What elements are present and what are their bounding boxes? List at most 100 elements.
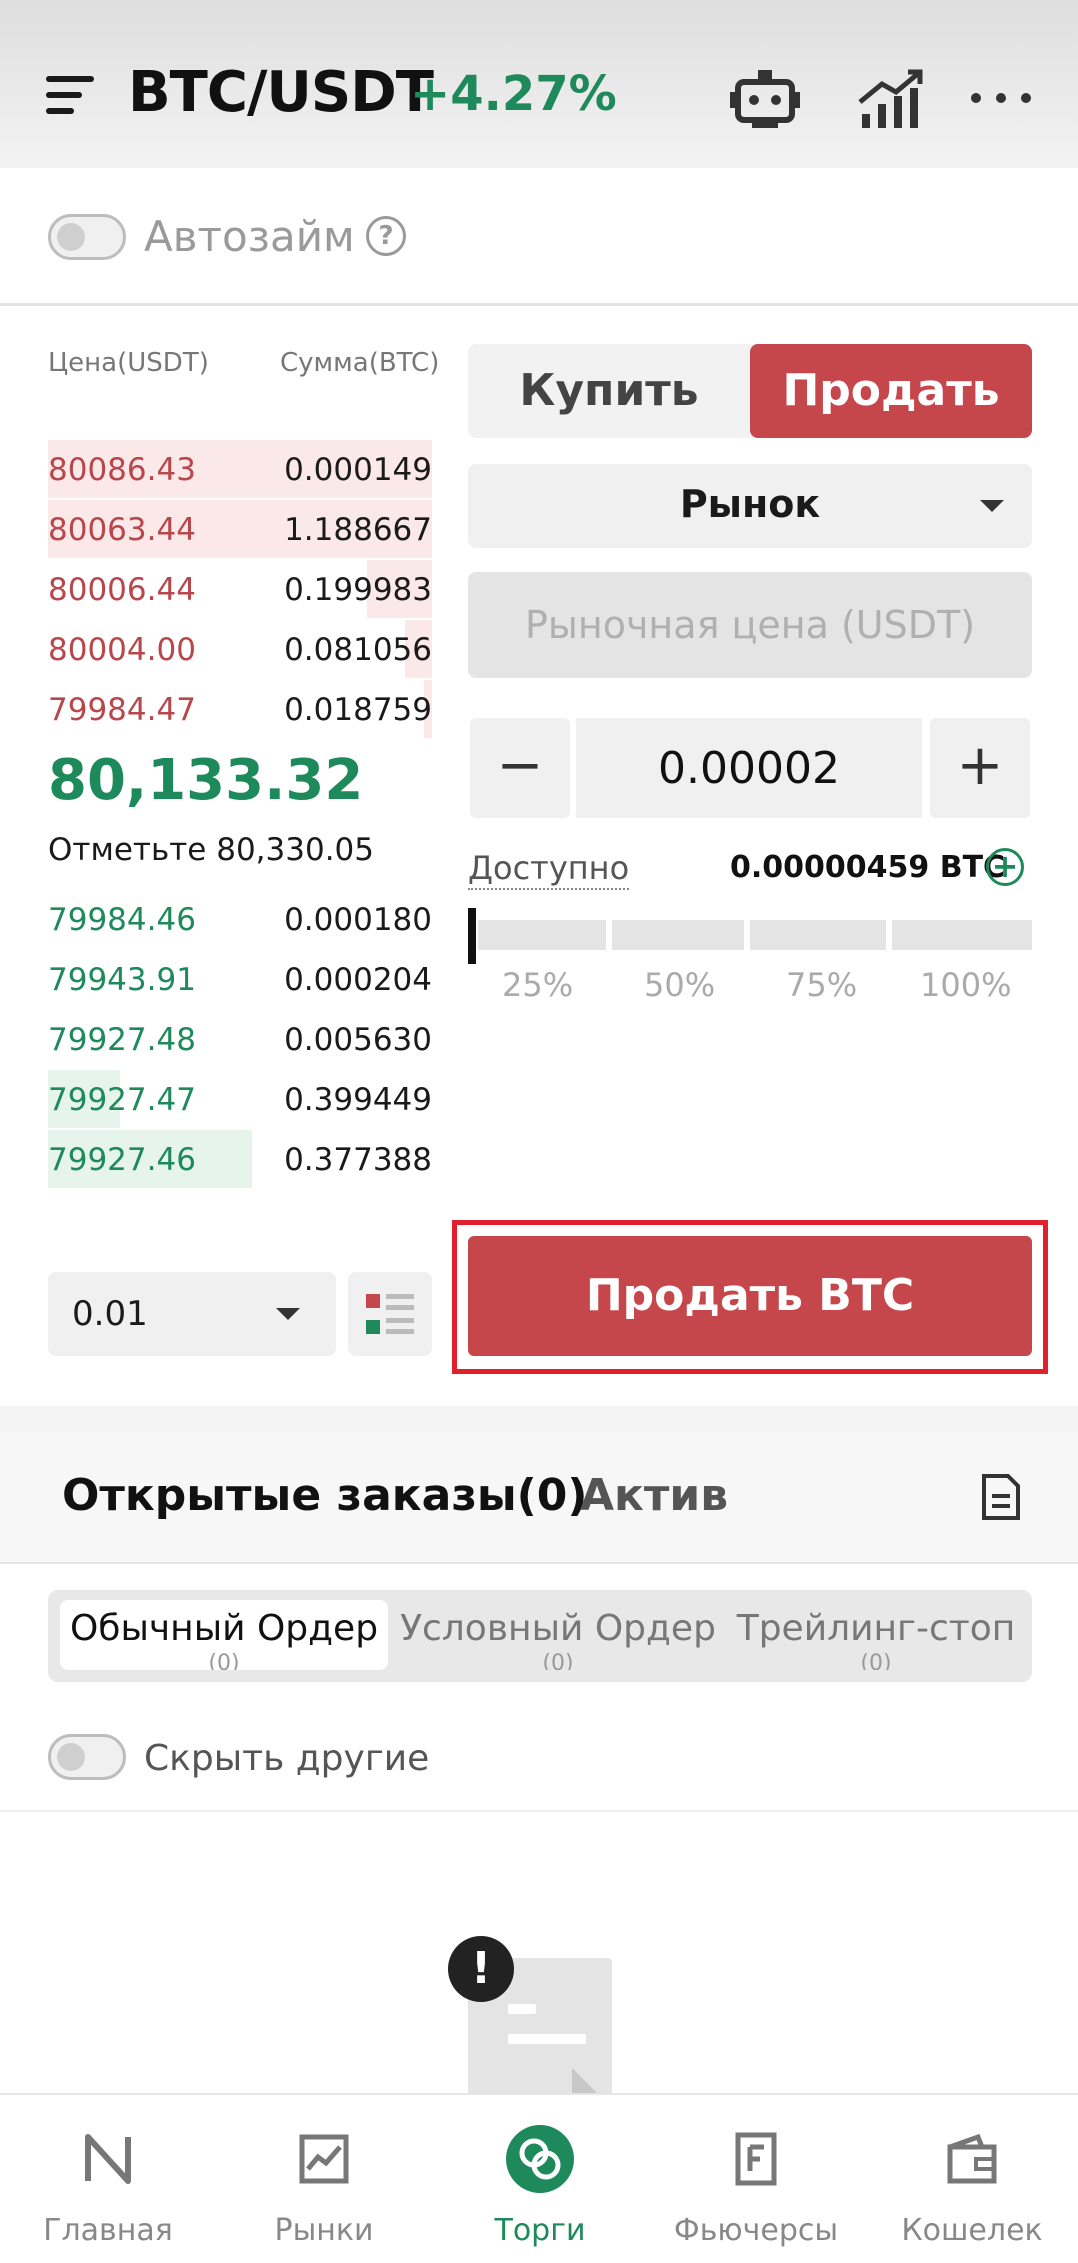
ask-price: 80063.44 [48, 512, 196, 548]
order-history-icon[interactable] [980, 1472, 1022, 1522]
bid-amount: 0.000180 [284, 902, 432, 938]
order-type-value: Рынок [679, 482, 821, 526]
nav-trade[interactable]: Торги [432, 2095, 648, 2263]
segment-regular-order[interactable]: Обычный Ордер (0) [60, 1600, 388, 1670]
percent-25[interactable]: 25% [502, 966, 573, 1004]
ask-price: 80006.44 [48, 572, 196, 608]
top-bar: BTC/USDT +4.27% [0, 0, 1078, 168]
available-label[interactable]: Доступно [468, 848, 630, 890]
divider [0, 1810, 1078, 1812]
ask-row[interactable]: 80086.43 0.000149 [48, 440, 432, 498]
ask-price: 80004.00 [48, 632, 196, 668]
nav-label: Главная [43, 2213, 173, 2248]
autoloan-label: Автозайм [144, 212, 355, 261]
nav-label: Фьючерсы [673, 2213, 839, 2248]
price-step-select[interactable]: 0.01 [48, 1272, 336, 1356]
bid-price: 79984.46 [48, 902, 196, 938]
orderbook-view-button[interactable] [348, 1272, 432, 1356]
nav-home[interactable]: Главная [0, 2095, 216, 2263]
wallet-icon [947, 2133, 997, 2184]
tab-open-orders[interactable]: Открытые заказы(0) [62, 1470, 588, 1521]
segment-label: Обычный Ордер [69, 1608, 379, 1649]
trade-icon [506, 2125, 574, 2193]
segment-trailing-stop[interactable]: Трейлинг-стоп (0) [728, 1600, 1024, 1670]
segment-conditional-order[interactable]: Условный Ордер (0) [398, 1600, 718, 1670]
ask-row[interactable]: 80006.44 0.199983 [48, 560, 432, 618]
bid-price: 79927.47 [48, 1082, 196, 1118]
order-type-segmented-control: Обычный Ордер (0) Условный Ордер (0) Тре… [48, 1590, 1032, 1682]
markets-icon [299, 2134, 349, 2184]
bid-price: 79927.46 [48, 1142, 196, 1178]
decrease-quantity-button[interactable]: − [470, 718, 570, 818]
tab-buy[interactable]: Купить [468, 344, 750, 438]
bid-amount: 0.377388 [284, 1142, 432, 1178]
percent-50[interactable]: 50% [644, 966, 715, 1004]
home-icon [85, 2134, 131, 2184]
segment-label: Трейлинг-стоп [736, 1608, 1016, 1649]
tab-assets[interactable]: Актив [580, 1470, 728, 1521]
bid-amount: 0.005630 [284, 1022, 432, 1058]
nav-wallet[interactable]: Кошелек [864, 2095, 1078, 2263]
quantity-input[interactable] [576, 718, 922, 818]
sell-btc-button[interactable]: Продать BTC [468, 1236, 1032, 1356]
more-icon[interactable] [966, 66, 1036, 130]
nav-markets[interactable]: Рынки [216, 2095, 432, 2263]
orderbook-layout-icon [366, 1294, 414, 1334]
percent-75[interactable]: 75% [786, 966, 857, 1004]
increase-quantity-button[interactable]: + [930, 718, 1030, 818]
slider-handle[interactable] [468, 908, 476, 964]
percent-100[interactable]: 100% [920, 966, 1011, 1004]
nav-futures[interactable]: Фьючерсы [648, 2095, 864, 2263]
alert-icon: ! [448, 1936, 514, 2002]
robot-icon[interactable] [730, 66, 800, 130]
ask-row[interactable]: 80063.44 1.188667 [48, 500, 432, 558]
help-icon[interactable]: ? [366, 216, 406, 256]
price-step-value: 0.01 [72, 1294, 148, 1334]
slider-segment-25[interactable] [478, 920, 606, 950]
bid-price: 79943.91 [48, 962, 196, 998]
bottom-navigation: Главная Рынки Торги Фьючерсы Кошелек [0, 2093, 1078, 2263]
bid-row[interactable]: 79927.47 0.399449 [48, 1070, 432, 1128]
bid-row[interactable]: 79943.91 0.000204 [48, 950, 432, 1008]
bid-row[interactable]: 79927.46 0.377388 [48, 1130, 432, 1188]
order-type-select[interactable]: Рынок [468, 464, 1032, 548]
last-price[interactable]: 80,133.32 [48, 748, 363, 813]
ask-row[interactable]: 80004.00 0.081056 [48, 620, 432, 678]
price-column-header: Цена(USDT) [48, 348, 209, 378]
autoloan-toggle[interactable] [48, 214, 126, 260]
ask-amount: 0.199983 [284, 572, 432, 608]
segment-label: Условный Ордер [400, 1608, 716, 1649]
mark-price: Отметьте 80,330.05 [48, 832, 374, 868]
ask-amount: 0.000149 [284, 452, 432, 488]
chevron-down-icon [980, 500, 1004, 512]
bid-price: 79927.48 [48, 1022, 196, 1058]
market-price-field: Рыночная цена (USDT) [468, 572, 1032, 678]
menu-icon[interactable] [46, 76, 94, 116]
segment-count: (0) [860, 1651, 892, 1671]
ask-amount: 0.018759 [284, 692, 432, 728]
slider-segment-50[interactable] [612, 920, 744, 950]
segment-count: (0) [542, 1651, 574, 1671]
segment-count: (0) [208, 1651, 240, 1671]
orders-header: Открытые заказы(0) Актив [0, 1432, 1078, 1564]
chart-icon[interactable] [856, 66, 926, 130]
autoloan-row: Автозайм ? [0, 168, 1078, 306]
add-funds-icon[interactable]: + [986, 848, 1024, 886]
ask-price: 80086.43 [48, 452, 196, 488]
ask-amount: 0.081056 [284, 632, 432, 668]
slider-segment-75[interactable] [750, 920, 886, 950]
price-change: +4.27% [410, 66, 617, 122]
ask-row[interactable]: 79984.47 0.018759 [48, 680, 432, 738]
nav-label: Торги [494, 2213, 586, 2248]
tab-sell[interactable]: Продать [750, 344, 1032, 438]
side-tabs: Купить Продать [468, 344, 1032, 438]
bid-amount: 0.000204 [284, 962, 432, 998]
hide-others-toggle[interactable] [48, 1734, 126, 1780]
slider-segment-100[interactable] [892, 920, 1032, 950]
bid-row[interactable]: 79927.48 0.005630 [48, 1010, 432, 1068]
chevron-down-icon [276, 1308, 300, 1320]
pair-title[interactable]: BTC/USDT [128, 60, 434, 125]
futures-icon [735, 2132, 777, 2186]
nav-label: Кошелек [901, 2213, 1043, 2248]
bid-row[interactable]: 79984.46 0.000180 [48, 890, 432, 948]
